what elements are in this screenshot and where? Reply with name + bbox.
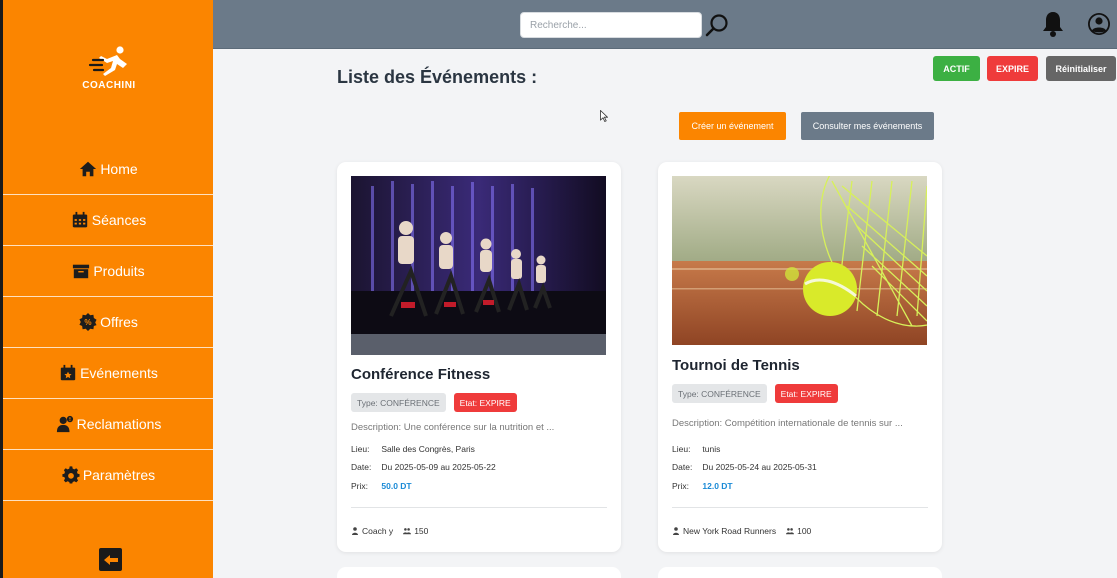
runner-logo-icon [88,46,127,76]
event-card-partial[interactable] [337,567,621,578]
event-title: Conférence Fitness [351,366,491,383]
sidebar: COACHINI Home Séances Produits % Offres … [0,0,213,578]
sidebar-item-seances[interactable]: Séances [3,195,213,246]
event-location: Lieu: tunis [672,444,721,454]
notification-button[interactable] [1041,10,1065,38]
users-icon [403,528,412,535]
type-badge: Type: CONFÉRENCE [672,384,767,403]
logo-text: COACHINI [82,80,136,91]
box-icon [71,261,91,281]
top-bar [213,0,1117,49]
event-dates: Date: Du 2025-05-09 au 2025-05-22 [351,462,496,472]
event-icon [58,363,78,383]
sidebar-nav: Home Séances Produits % Offres Evénement… [3,144,213,501]
event-footer: Coach y 150 [351,526,428,536]
mouse-cursor-icon [600,110,608,122]
participants-count: 150 [403,526,428,536]
divider [672,507,928,508]
event-card[interactable]: Conférence Fitness Type: CONFÉRENCE Etat… [337,162,621,552]
user-circle-icon [1088,13,1110,35]
gear-icon [61,465,81,485]
sidebar-item-offres[interactable]: % Offres [3,297,213,348]
status-badge: Etat: EXPIRE [453,393,517,412]
event-image [351,176,606,355]
sidebar-item-label: Offres [100,314,138,330]
organizer: New York Road Runners [672,526,776,536]
event-price: Prix: 50.0 DT [351,481,412,491]
filter-actif-button[interactable]: ACTIF [933,56,980,81]
user-alert-icon [55,414,75,434]
create-event-button[interactable]: Créer un événement [679,112,786,140]
svg-text:%: % [84,318,91,327]
event-dates: Date: Du 2025-05-24 au 2025-05-31 [672,462,817,472]
event-card[interactable]: Tournoi de Tennis Type: CONFÉRENCE Etat:… [658,162,942,552]
event-price: Prix: 12.0 DT [672,481,733,491]
event-card-partial[interactable] [658,567,942,578]
bell-icon [1043,12,1063,37]
app-logo[interactable]: COACHINI [78,44,140,91]
sidebar-item-parametres[interactable]: Paramètres [3,450,213,501]
reset-filters-button[interactable]: Réinitialiser [1046,56,1116,81]
status-badge: Etat: EXPIRE [774,384,838,403]
user-menu-button[interactable] [1087,12,1111,36]
event-image [672,176,927,345]
search-button[interactable] [704,12,730,38]
event-badges: Type: CONFÉRENCE Etat: EXPIRE [672,384,838,403]
sidebar-item-label: Produits [93,263,145,279]
discount-icon: % [78,312,98,332]
sidebar-item-label: Evénements [80,365,158,381]
sidebar-item-label: Home [100,161,138,177]
main-content: Liste des Événements : ACTIF EXPIRE Réin… [213,49,1117,578]
my-events-button[interactable]: Consulter mes événements [801,112,934,140]
user-icon [673,527,679,535]
calendar-icon [70,210,90,230]
event-location: Lieu: Salle des Congrès, Paris [351,444,475,454]
event-badges: Type: CONFÉRENCE Etat: EXPIRE [351,393,517,412]
filter-expire-button[interactable]: EXPIRE [987,56,1038,81]
sidebar-item-evenements[interactable]: Evénements [3,348,213,399]
sidebar-item-label: Séances [91,212,147,228]
type-badge: Type: CONFÉRENCE [351,393,446,412]
event-title: Tournoi de Tennis [672,357,800,374]
event-description: Description: Une conférence sur la nutri… [351,422,555,433]
sidebar-item-home[interactable]: Home [3,144,213,195]
home-icon [78,159,98,179]
search-input[interactable] [520,12,702,38]
event-footer: New York Road Runners 100 [672,526,811,536]
user-icon [352,527,358,535]
event-description: Description: Compétition internationale … [672,418,903,429]
organizer: Coach y [351,526,393,536]
sidebar-item-label: Paramètres [82,467,156,483]
search-icon [705,14,728,37]
page-title: Liste des Événements : [337,67,538,87]
divider [351,507,607,508]
participants-count: 100 [786,526,811,536]
sidebar-item-label: Reclamations [76,416,162,432]
users-icon [786,528,795,535]
logout-icon [103,554,118,565]
sidebar-item-reclamations[interactable]: Reclamations [3,399,213,450]
sidebar-item-produits[interactable]: Produits [3,246,213,297]
logout-button[interactable] [99,548,122,571]
